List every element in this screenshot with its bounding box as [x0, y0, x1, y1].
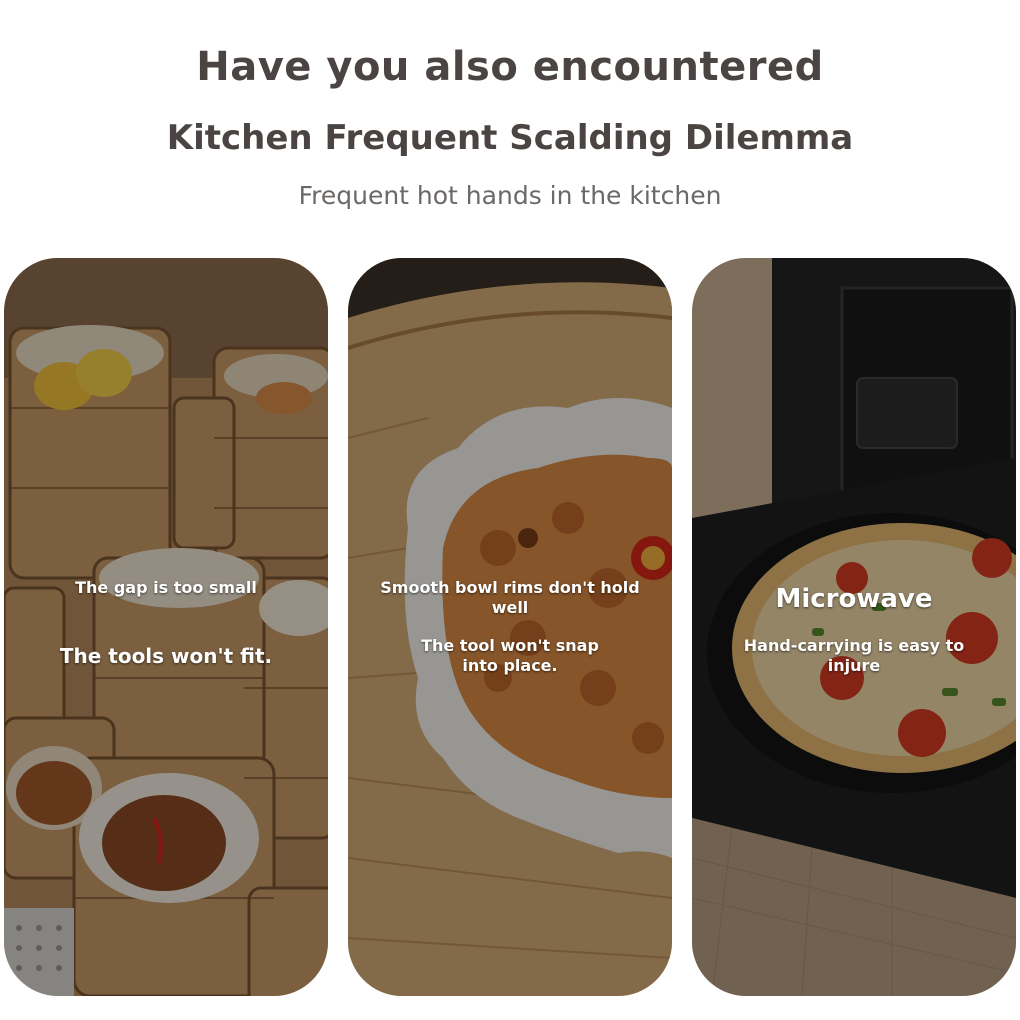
- card-microwave: Microwave Hand-carrying is easy to injur…: [692, 258, 1016, 996]
- card-steamers: The gap is too small The tools won't fit…: [4, 258, 328, 996]
- page-title: Have you also encountered: [196, 44, 824, 90]
- card-bowl: Smooth bowl rims don't hold well The too…: [348, 258, 672, 996]
- page-tagline: Frequent hot hands in the kitchen: [298, 181, 722, 210]
- image-overlay: [348, 258, 672, 996]
- image-overlay: [4, 258, 328, 996]
- card-caption-primary: The gap is too small: [75, 578, 257, 597]
- card-caption-primary: Smooth bowl rims don't hold well: [380, 578, 640, 617]
- page-subtitle: Kitchen Frequent Scalding Dilemma: [166, 118, 854, 158]
- card-caption-secondary: Hand-carrying is easy to injure: [743, 636, 965, 675]
- image-overlay: [692, 258, 1016, 996]
- card-caption-primary: Microwave: [775, 584, 933, 614]
- card-caption-secondary: The tool won't snap into place.: [421, 636, 599, 675]
- card-caption-secondary: The tools won't fit.: [59, 644, 273, 668]
